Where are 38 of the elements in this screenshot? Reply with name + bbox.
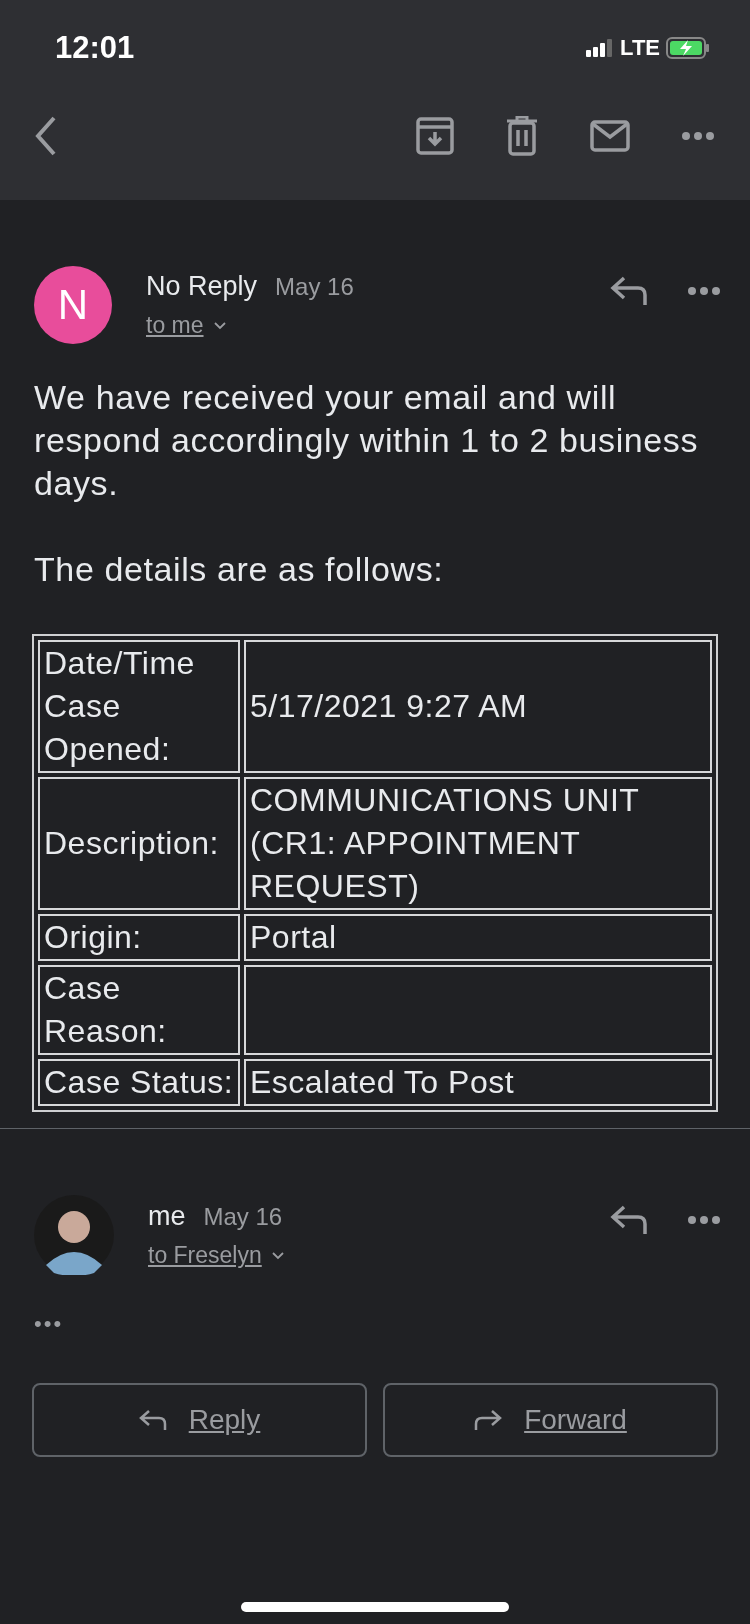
- more-icon[interactable]: [682, 132, 714, 140]
- table-cell: Case Reason:: [38, 965, 240, 1055]
- forward-button[interactable]: Forward: [383, 1383, 718, 1457]
- table-cell: Description:: [38, 777, 240, 910]
- message-text: The details are as follows:: [34, 549, 445, 590]
- reply-icon[interactable]: [610, 276, 648, 306]
- reply-icon[interactable]: [610, 1205, 648, 1235]
- table-cell: Case Status:: [38, 1059, 240, 1106]
- forward-icon: [474, 1409, 503, 1431]
- sender-name: me: [148, 1201, 186, 1232]
- reply-icon: [138, 1409, 167, 1431]
- table-cell: Date/Time Case Opened:: [38, 640, 240, 773]
- recipient-link[interactable]: to Freselyn: [148, 1242, 262, 1269]
- mail-icon[interactable]: [590, 120, 630, 152]
- delete-icon[interactable]: [506, 116, 538, 156]
- table-cell: Portal: [244, 914, 712, 961]
- status-time: 12:01: [55, 30, 135, 66]
- back-icon[interactable]: [34, 116, 58, 156]
- sender-avatar: N: [34, 266, 112, 344]
- table-cell: 5/17/2021 9:27 AM: [244, 640, 712, 773]
- more-icon[interactable]: [688, 287, 720, 295]
- more-icon[interactable]: [688, 1216, 720, 1224]
- network-label: LTE: [620, 35, 660, 61]
- chevron-icon[interactable]: [213, 321, 226, 330]
- table-cell: Origin:: [38, 914, 240, 961]
- table-cell: Escalated To Post: [244, 1059, 712, 1106]
- signal-icon: [586, 39, 615, 57]
- reply-button[interactable]: Reply: [32, 1383, 367, 1457]
- chevron-icon[interactable]: [271, 1251, 284, 1260]
- archive-icon[interactable]: [416, 117, 454, 155]
- show-trimmed-button[interactable]: •••: [34, 1311, 64, 1336]
- table-cell: COMMUNICATIONS UNIT (CR1: APPOINTMENT REQUEST): [244, 777, 712, 910]
- message-text: We have received your email and will respond accordingly within 1 to 2 business days.: [34, 377, 699, 504]
- battery-icon: [666, 37, 710, 59]
- recipient-link[interactable]: to me: [146, 312, 204, 339]
- message-date: May 16: [275, 273, 354, 301]
- message-date: May 16: [203, 1203, 283, 1231]
- sender-name: No Reply: [146, 271, 258, 302]
